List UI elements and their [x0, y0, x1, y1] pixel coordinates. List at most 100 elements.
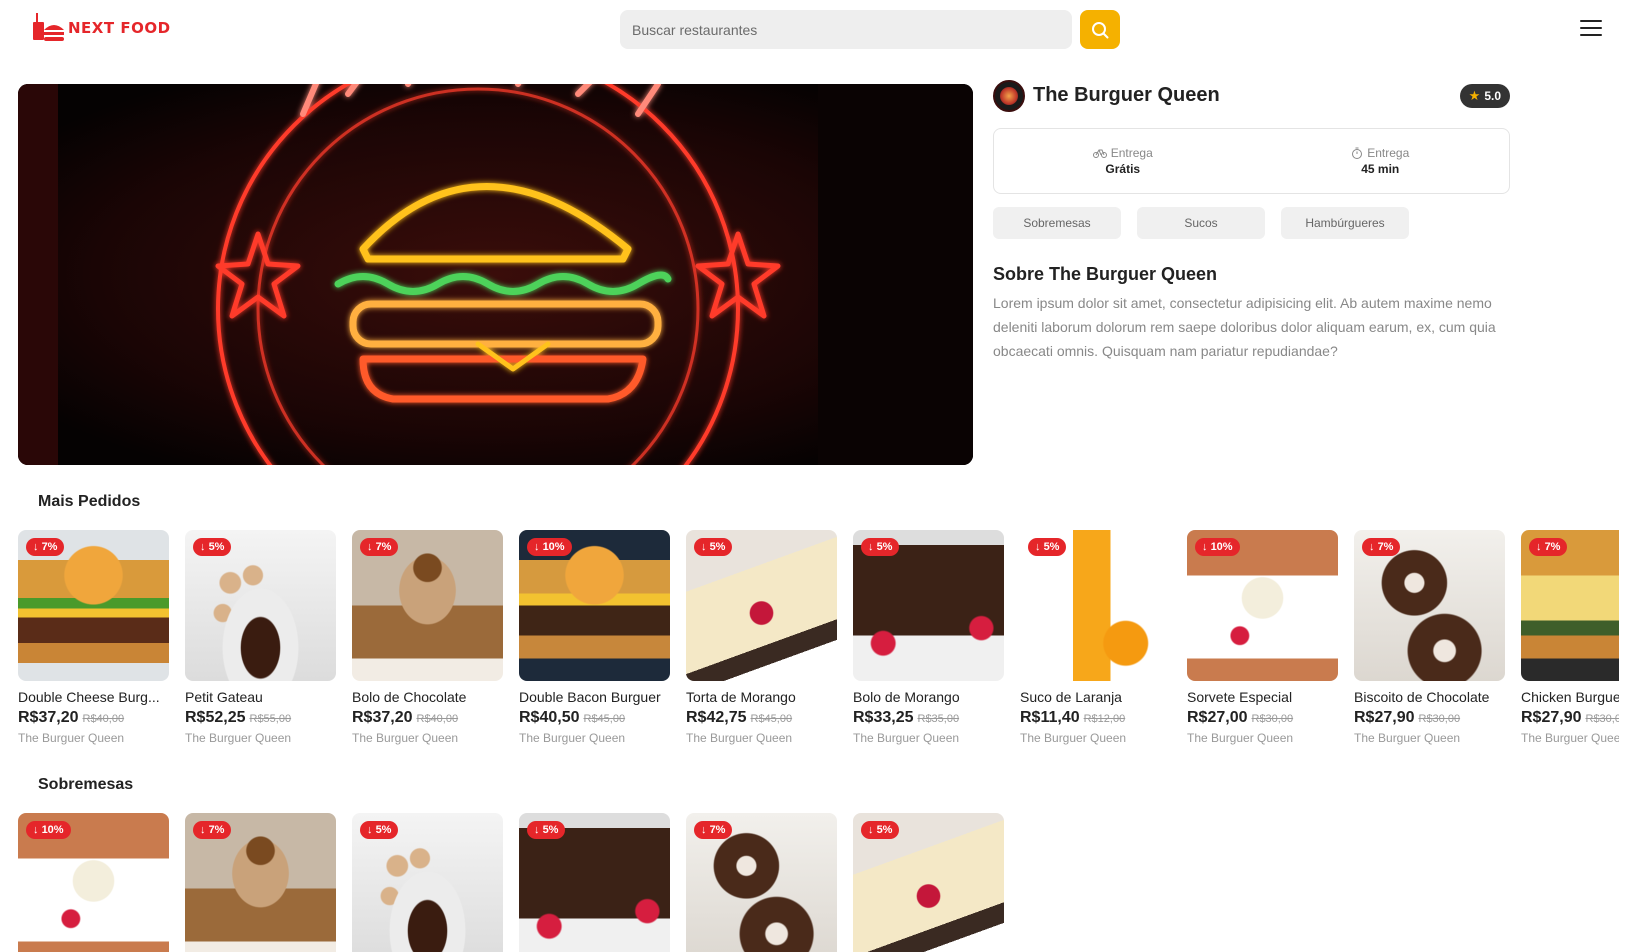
- restaurant-cover-image: [18, 84, 973, 465]
- price-line: R$27,00 R$30,00: [1187, 709, 1338, 727]
- product-card[interactable]: ↓ 5%: [853, 813, 1004, 952]
- product-name[interactable]: Bolo de Chocolate: [352, 689, 503, 705]
- product-image[interactable]: ↓ 5%: [686, 530, 837, 681]
- product-image[interactable]: ↓ 5%: [352, 813, 503, 952]
- product-image[interactable]: ↓ 10%: [519, 530, 670, 681]
- product-image[interactable]: ↓ 5%: [185, 530, 336, 681]
- product-card[interactable]: ↓ 5% Petit Gateau R$52,25 R$55,00 The Burgue…: [185, 530, 336, 745]
- price-line: R$42,75 R$45,00: [686, 709, 837, 727]
- product-name[interactable]: Bolo de Morango: [853, 689, 1004, 705]
- arrow-down-icon: ↓: [701, 541, 710, 553]
- product-restaurant-name: The Burguer Queen: [686, 731, 793, 745]
- arrow-down-icon: ↓: [33, 541, 42, 553]
- product-name[interactable]: Sorvete Especial: [1187, 689, 1338, 705]
- product-name[interactable]: Petit Gateau: [185, 689, 336, 705]
- product-image[interactable]: ↓ 7%: [1354, 530, 1505, 681]
- product-price: R$27,90: [1354, 709, 1415, 726]
- product-card[interactable]: ↓ 10% Sorvete Especial R$27,00 R$30,00 The B…: [1187, 530, 1338, 745]
- product-card[interactable]: ↓ 7%: [185, 813, 336, 952]
- discount-badge: ↓ 7%: [1529, 538, 1568, 556]
- product-card[interactable]: ↓ 5% Bolo de Morango R$33,25 R$35,00 The Bur…: [853, 530, 1004, 745]
- delivery-fee-value: Grátis: [1105, 162, 1141, 176]
- neon-burger-sign: [18, 84, 973, 465]
- product-image[interactable]: ↓ 7%: [185, 813, 336, 952]
- product-restaurant-name: The Burguer Queen: [853, 731, 960, 745]
- most-ordered-list: ↓ 7% Double Cheese Burg... R$37,20 R$40,00 T…: [18, 530, 1619, 745]
- product-restaurant-name: The Burguer Queen: [18, 731, 125, 745]
- category-sucos[interactable]: Sucos: [1137, 207, 1265, 239]
- arrow-down-icon: ↓: [534, 824, 543, 836]
- menu-button[interactable]: [1580, 20, 1602, 40]
- star-icon: ★: [1468, 87, 1481, 103]
- discount-value: 7%: [709, 824, 726, 836]
- logo-icon: [30, 10, 66, 46]
- product-image[interactable]: ↓ 10%: [1187, 530, 1338, 681]
- rating-badge: ★ 5.0: [1459, 83, 1510, 108]
- menu-icon-line: [1580, 34, 1602, 36]
- product-image[interactable]: ↓ 7%: [18, 530, 169, 681]
- product-card[interactable]: ↓ 5% Suco de Laranja R$11,40 R$12,00 The Bur…: [1020, 530, 1171, 745]
- logo[interactable]: NEXT FOOD: [30, 10, 171, 46]
- discount-value: 5%: [208, 541, 225, 553]
- discount-value: 10%: [41, 824, 64, 836]
- product-name[interactable]: Torta de Morango: [686, 689, 837, 705]
- discount-value: 7%: [208, 824, 225, 836]
- product-card[interactable]: ↓ 5%: [519, 813, 670, 952]
- restaurant-categories: Sobremesas Sucos Hambúrgueres: [993, 207, 1510, 239]
- product-card[interactable]: ↓ 7% Chicken Burguer R$27,90R$30,00 The Bur…: [1521, 530, 1619, 745]
- price-line: R$37,20 R$40,00: [352, 709, 503, 727]
- product-price: R$52,25: [185, 709, 246, 726]
- product-card[interactable]: ↓ 7% Biscoito de Chocolate R$27,90 R$30,00 T…: [1354, 530, 1505, 745]
- discount-badge: ↓ 5%: [527, 821, 566, 839]
- discount-badge: ↓ 7%: [360, 538, 399, 556]
- about-title: Sobre The Burguer Queen: [993, 264, 1218, 284]
- section-title-most-ordered: Mais Pedidos: [38, 493, 141, 510]
- discount-value: 10%: [1210, 541, 1233, 553]
- arrow-down-icon: ↓: [1035, 541, 1044, 553]
- product-image[interactable]: ↓ 5%: [853, 530, 1004, 681]
- product-image[interactable]: ↓ 5%: [519, 813, 670, 952]
- product-name[interactable]: Suco de Laranja: [1020, 689, 1171, 705]
- product-price: R$33,25: [853, 709, 914, 726]
- product-old-price: R$30,00: [1251, 713, 1294, 725]
- product-card[interactable]: ↓ 7%: [686, 813, 837, 952]
- product-image[interactable]: ↓ 10%: [18, 813, 169, 952]
- product-name[interactable]: Chicken Burguer: [1521, 689, 1619, 705]
- product-card[interactable]: ↓ 5%: [352, 813, 503, 952]
- discount-badge: ↓ 10%: [26, 821, 71, 839]
- product-card[interactable]: ↓ 10% Double Bacon Burguer R$40,50 R$45,00 T…: [519, 530, 670, 745]
- arrow-down-icon: ↓: [200, 541, 209, 553]
- product-restaurant-name: The Burguer Queen: [1187, 731, 1294, 745]
- product-old-price: R$35,00: [917, 713, 960, 725]
- product-price: R$11,40: [1020, 709, 1080, 726]
- product-card[interactable]: ↓ 7% Double Cheese Burg... R$37,20 R$40,00 T…: [18, 530, 169, 745]
- discount-value: 5%: [375, 824, 392, 836]
- timer-icon: [1352, 147, 1363, 159]
- product-image[interactable]: ↓ 5%: [1020, 530, 1171, 681]
- arrow-down-icon: ↓: [1369, 541, 1378, 553]
- desserts-list: ↓ 10% ↓ 7% ↓ 5% ↓ 5% ↓ 7% ↓ 5%: [18, 813, 1619, 952]
- search-input[interactable]: [620, 10, 1072, 49]
- product-image[interactable]: ↓ 7%: [1521, 530, 1619, 681]
- category-hamburgueres[interactable]: Hambúrgueres: [1281, 207, 1409, 239]
- discount-badge: ↓ 7%: [193, 821, 232, 839]
- product-name[interactable]: Double Cheese Burg...: [18, 689, 169, 705]
- discount-badge: ↓ 5%: [360, 821, 399, 839]
- product-name[interactable]: Biscoito de Chocolate: [1354, 689, 1505, 705]
- rating-value: 5.0: [1484, 88, 1501, 103]
- product-image[interactable]: ↓ 5%: [853, 813, 1004, 952]
- product-card[interactable]: ↓ 7% Bolo de Chocolate R$37,20 R$40,00 The B…: [352, 530, 503, 745]
- product-restaurant-name: The Burguer Queen: [185, 731, 292, 745]
- search-button[interactable]: [1080, 10, 1120, 49]
- product-image[interactable]: ↓ 7%: [686, 813, 837, 952]
- product-old-price: R$30,00: [1418, 713, 1461, 725]
- product-image[interactable]: ↓ 7%: [352, 530, 503, 681]
- discount-badge: ↓ 7%: [694, 821, 733, 839]
- product-card[interactable]: ↓ 10%: [18, 813, 169, 952]
- price-line: R$40,50 R$45,00: [519, 709, 670, 727]
- product-restaurant-name: The Burguer Queen: [1521, 731, 1619, 745]
- product-name[interactable]: Double Bacon Burguer: [519, 689, 670, 705]
- product-card[interactable]: ↓ 5% Torta de Morango R$42,75 R$45,00 The Bu…: [686, 530, 837, 745]
- category-sobremesas[interactable]: Sobremesas: [993, 207, 1121, 239]
- product-restaurant-name: The Burguer Queen: [352, 731, 459, 745]
